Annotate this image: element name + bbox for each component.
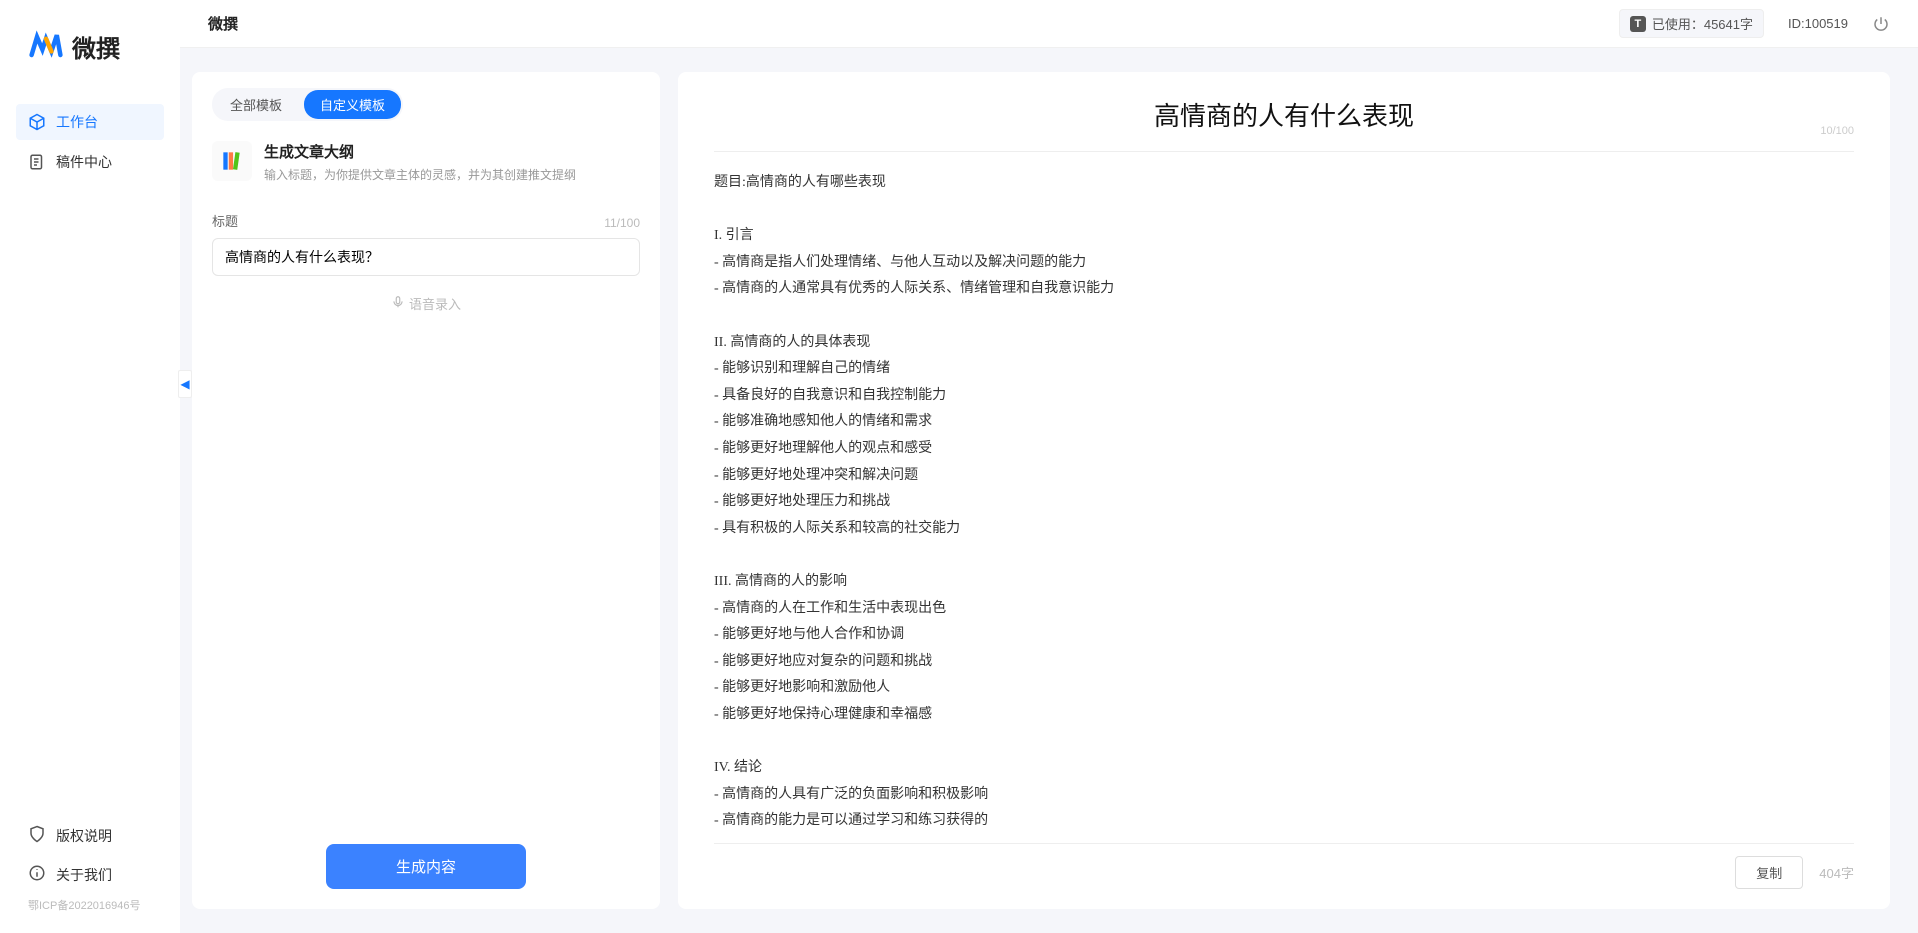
usage-badge-icon: T — [1630, 16, 1646, 32]
power-icon[interactable] — [1872, 15, 1890, 33]
sidebar-collapse-handle[interactable]: ◀ — [178, 370, 192, 398]
sidebar-link-label: 版权说明 — [56, 826, 112, 846]
topbar: 微撰 T 已使用：45641字 ID:100519 — [180, 0, 1918, 48]
document-body[interactable]: 题目:高情商的人有哪些表现 I. 引言 - 高情商是指人们处理情绪、与他人互动以… — [714, 170, 1854, 827]
title-input[interactable] — [212, 238, 640, 276]
logo-text: 微撰 — [72, 29, 120, 64]
template-desc: 输入标题，为你提供文章主体的灵感，并为其创建推文提纲 — [264, 166, 576, 183]
sidebar-item-drafts[interactable]: 稿件中心 — [16, 144, 164, 180]
tab-custom-templates[interactable]: 自定义模板 — [304, 90, 401, 119]
sidebar-copyright[interactable]: 版权说明 — [16, 819, 164, 852]
voice-input-button[interactable]: 语音录入 — [212, 294, 640, 313]
icp-text: 鄂ICP备2022016946号 — [16, 897, 164, 913]
generate-button[interactable]: 生成内容 — [326, 844, 526, 889]
document-title: 高情商的人有什么表现 — [1154, 102, 1414, 131]
sidebar-about[interactable]: 关于我们 — [16, 858, 164, 891]
template-title: 生成文章大纲 — [264, 141, 576, 162]
sidebar-item-label: 工作台 — [56, 112, 98, 132]
copy-button[interactable]: 复制 — [1735, 856, 1803, 889]
title-field-label: 标题 — [212, 211, 238, 230]
user-id: ID:100519 — [1788, 16, 1848, 31]
sidebar-link-label: 关于我们 — [56, 865, 112, 885]
voice-hint-label: 语音录入 — [409, 294, 461, 313]
word-count: 404字 — [1819, 863, 1854, 882]
tab-all-templates[interactable]: 全部模板 — [214, 90, 298, 119]
shield-icon — [28, 825, 46, 846]
page-title: 微撰 — [208, 13, 238, 34]
logo-icon — [28, 28, 64, 64]
info-icon — [28, 864, 46, 885]
usage-label: 已使用：45641字 — [1652, 14, 1753, 33]
document-title-count: 10/100 — [1820, 125, 1854, 137]
sidebar: 微撰 工作台 稿件中心 版权说明 关于我们 鄂ICP备2022016946号 ◀ — [0, 0, 180, 933]
template-card: 生成文章大纲 输入标题，为你提供文章主体的灵感，并为其创建推文提纲 — [212, 141, 640, 183]
template-tabs: 全部模板 自定义模板 — [212, 88, 403, 121]
title-char-count: 11/100 — [604, 216, 640, 230]
mic-icon — [391, 295, 405, 312]
logo[interactable]: 微撰 — [0, 28, 180, 104]
cube-icon — [28, 113, 46, 131]
right-panel: 高情商的人有什么表现 10/100 题目:高情商的人有哪些表现 I. 引言 - … — [678, 72, 1890, 909]
books-icon — [212, 141, 252, 181]
sidebar-item-workspace[interactable]: 工作台 — [16, 104, 164, 140]
sidebar-item-label: 稿件中心 — [56, 152, 112, 172]
left-panel: 全部模板 自定义模板 生成文章大纲 输入标题，为你提供文章主体的灵感，并为其创建… — [192, 72, 660, 909]
divider — [714, 151, 1854, 152]
doc-icon — [28, 153, 46, 171]
usage-pill[interactable]: T 已使用：45641字 — [1619, 9, 1764, 38]
